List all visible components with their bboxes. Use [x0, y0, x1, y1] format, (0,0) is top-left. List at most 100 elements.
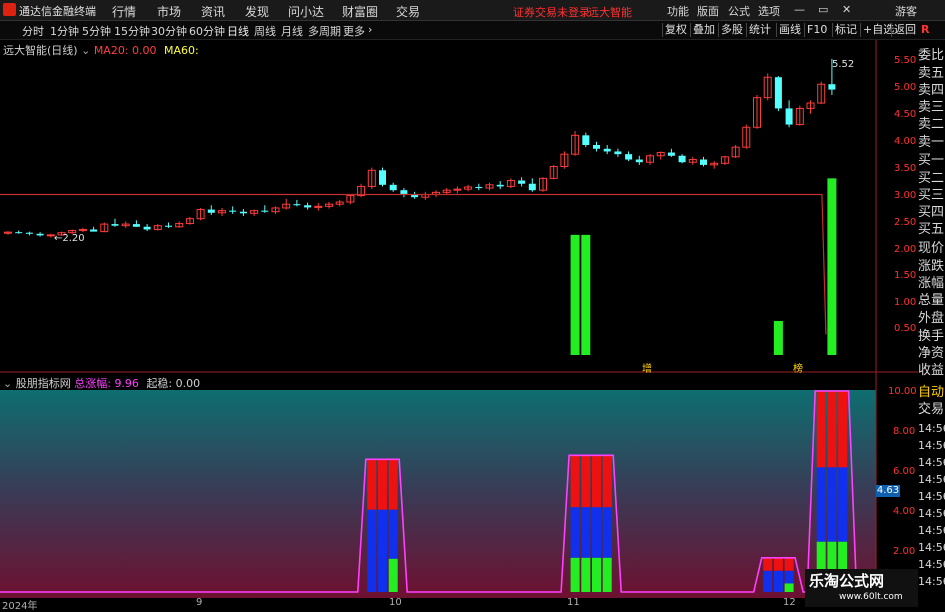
- close-icon[interactable]: ✕: [842, 3, 851, 16]
- side-item[interactable]: 总量: [918, 293, 945, 308]
- candle-body: [518, 180, 526, 184]
- volume-group: [570, 178, 837, 355]
- chevron-right-icon[interactable]: ›: [368, 23, 372, 36]
- menu-trade[interactable]: 交易: [396, 3, 420, 20]
- indicator-bar-blue: [827, 467, 837, 542]
- menu-formula[interactable]: 公式: [728, 3, 750, 19]
- side-item[interactable]: 外盘: [918, 311, 945, 326]
- candle-body: [304, 205, 312, 208]
- side-item[interactable]: 净资: [918, 346, 945, 361]
- menu-ask[interactable]: 问小达: [288, 3, 324, 20]
- y-tick: 2.50: [894, 217, 917, 228]
- side-item[interactable]: 卖二: [918, 117, 945, 132]
- indicator-bar-base: [773, 583, 783, 592]
- guest-user[interactable]: 游客: [895, 3, 917, 19]
- indicator-bar-blue: [378, 509, 387, 559]
- y-tick: 1.50: [894, 270, 917, 281]
- period-60min[interactable]: 60分钟: [189, 23, 225, 39]
- start-value: 0.00: [175, 377, 201, 390]
- candle-body: [379, 170, 386, 185]
- indicator-header: ⌄ 股朋指标网 总涨幅: 9.96 起稳: 0.00: [3, 375, 200, 391]
- menu-layout[interactable]: 版面: [697, 3, 719, 19]
- period-timeshare[interactable]: 分时: [22, 23, 44, 39]
- side-item[interactable]: 委比: [918, 48, 945, 63]
- menu-market[interactable]: 市场: [157, 3, 181, 20]
- candle-body: [36, 233, 44, 236]
- indicator-bar-red: [773, 557, 783, 571]
- menu-discover[interactable]: 发现: [245, 3, 269, 20]
- mark-button[interactable]: 标记: [832, 23, 859, 37]
- period-1min[interactable]: 1分钟: [50, 23, 79, 39]
- period-15min[interactable]: 15分钟: [114, 23, 150, 39]
- side-item[interactable]: 买四: [918, 205, 945, 220]
- indicator-bar-base: [592, 557, 601, 592]
- period-monthly[interactable]: 月线: [281, 23, 303, 39]
- indicator-bar-blue: [388, 509, 398, 559]
- support-line: [0, 193, 827, 335]
- indicator-bar-base: [388, 558, 398, 592]
- indicator-bar-red: [581, 455, 591, 508]
- side-item[interactable]: 现价: [918, 241, 945, 256]
- side-item[interactable]: 买三: [918, 188, 945, 203]
- volume-bar: [581, 234, 591, 355]
- side-time: 14:56: [918, 473, 945, 486]
- candle-body: [785, 108, 793, 125]
- menu-quotes[interactable]: 行情: [112, 3, 136, 20]
- candle-body: [90, 229, 98, 232]
- menu-function[interactable]: 功能: [667, 3, 689, 19]
- period-toolbar: 分时 1分钟 5分钟 15分钟 30分钟 60分钟 日线 周线 月线 多周期 更…: [0, 21, 945, 40]
- side-item-trade[interactable]: 交易: [918, 402, 945, 417]
- adjust-button[interactable]: 复权: [662, 23, 689, 37]
- side-item[interactable]: 卖一: [918, 135, 945, 150]
- maximize-icon[interactable]: ▭: [818, 3, 828, 16]
- back-button[interactable]: 返回: [891, 23, 918, 37]
- candle-body: [678, 155, 686, 163]
- statistics-button[interactable]: 统计: [746, 23, 773, 37]
- menu-news[interactable]: 资讯: [201, 3, 225, 20]
- side-item-auto[interactable]: 自动: [918, 385, 945, 400]
- side-item[interactable]: 卖四: [918, 83, 945, 98]
- candle-body: [593, 145, 600, 149]
- side-time: 14:56: [918, 558, 945, 571]
- side-item[interactable]: 买五: [918, 222, 945, 237]
- menu-fortune[interactable]: 财富圈: [342, 3, 378, 20]
- candle-body: [132, 224, 140, 227]
- date-tick: 10: [389, 597, 402, 608]
- side-item[interactable]: 卖三: [918, 100, 945, 115]
- side-item[interactable]: 收益: [918, 363, 945, 378]
- f10-button[interactable]: F10: [804, 23, 829, 37]
- stock-name-link[interactable]: 远大智能: [588, 4, 632, 20]
- ind-y-tick: 2.00: [893, 546, 916, 557]
- side-time: 14:56: [918, 507, 945, 520]
- period-weekly[interactable]: 周线: [254, 23, 276, 39]
- side-item[interactable]: 换手: [918, 329, 945, 344]
- y-tick: 1.00: [894, 297, 917, 308]
- menu-options[interactable]: 选项: [758, 3, 780, 19]
- period-multi[interactable]: 多周期: [308, 23, 341, 39]
- y-tick: 4.50: [894, 109, 917, 120]
- trade-login-warning[interactable]: 证券交易未登录: [513, 4, 590, 20]
- period-30min[interactable]: 30分钟: [151, 23, 187, 39]
- period-5min[interactable]: 5分钟: [82, 23, 111, 39]
- ind-y-tick: 8.00: [893, 426, 916, 437]
- side-item[interactable]: 买二: [918, 171, 945, 186]
- minimize-icon[interactable]: —: [794, 3, 805, 16]
- candle-body: [528, 183, 536, 191]
- indicator-bar-red: [838, 391, 848, 468]
- candle-body: [400, 190, 408, 195]
- candle-body: [614, 151, 622, 155]
- side-item[interactable]: 卖五: [918, 66, 945, 81]
- chart-canvas[interactable]: [0, 40, 918, 598]
- multi-stock-button[interactable]: 多股: [718, 23, 745, 37]
- period-more[interactable]: 更多: [343, 23, 365, 39]
- side-item[interactable]: 涨跌: [918, 259, 945, 274]
- overlay-button[interactable]: 叠加: [690, 23, 717, 37]
- chevron-down-icon[interactable]: ⌄: [3, 377, 12, 390]
- period-daily[interactable]: 日线: [227, 23, 249, 39]
- side-item[interactable]: 买一: [918, 153, 945, 168]
- side-time: 14:56: [918, 524, 945, 537]
- draw-line-button[interactable]: 画线: [776, 23, 803, 37]
- volume-bar: [773, 320, 783, 355]
- side-item[interactable]: 涨幅: [918, 276, 945, 291]
- indicator-name: 股朋指标网: [15, 377, 71, 390]
